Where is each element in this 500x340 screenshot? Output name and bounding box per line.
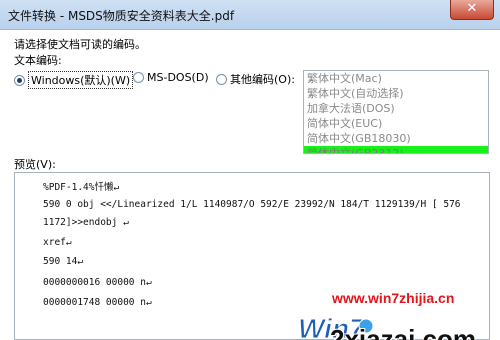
preview-line: xref↵ — [43, 237, 72, 248]
preview-line: 0000000016 00000 n↵ — [43, 277, 152, 288]
encoding-list[interactable]: 繁体中文(Mac) 繁体中文(自动选择) 加拿大法语(DOS) 简体中文(EUC… — [303, 70, 489, 154]
watermark-brand-text: 2xiazai.com — [330, 324, 476, 340]
radio-ms-dos-label: MS-DOS(D) — [147, 71, 209, 84]
close-button[interactable]: ✕ — [450, 0, 494, 20]
encoding-list-item[interactable]: 加拿大法语(DOS) — [304, 101, 488, 116]
encoding-list-item-selected[interactable]: 简体中文(GB2312) — [304, 146, 488, 153]
preview-line: 590 0 obj <</Linearized 1/L 1140987/O 59… — [43, 199, 461, 210]
prompt-text: 请选择使文档可读的编码。 — [14, 38, 146, 51]
radio-ms-dos[interactable]: MS-DOS(D) — [133, 71, 209, 84]
preview-line: 590 14↵ — [43, 256, 84, 267]
title-bar[interactable]: 文件转换 - MSDS物质安全资料表大全.pdf ✕ — [0, 0, 500, 30]
preview-line: 0000001748 00000 n↵ — [43, 297, 152, 308]
radio-unchecked-icon — [133, 72, 144, 83]
watermark-site-text: www.win7zhijia.cn — [332, 290, 455, 306]
dialog-body: 请选择使文档可读的编码。 文本编码: Windows(默认)(W) MS-DOS… — [0, 30, 500, 340]
window-title: 文件转换 - MSDS物质安全资料表大全.pdf — [8, 9, 235, 23]
radio-other-label: 其他编码(O): — [230, 73, 295, 86]
preview-pane[interactable]: %PDF-1.4%忏懒↵ 590 0 obj <</Linearized 1/L… — [14, 172, 490, 340]
preview-line: %PDF-1.4%忏懒↵ — [43, 182, 120, 193]
encoding-list-item[interactable]: 繁体中文(自动选择) — [304, 86, 488, 101]
close-icon: ✕ — [466, 1, 478, 16]
encoding-list-item[interactable]: 简体中文(EUC) — [304, 116, 488, 131]
preview-line: 1172]>>endobj ↵ — [43, 217, 129, 228]
encoding-list-item[interactable]: 繁体中文(Mac) — [304, 71, 488, 86]
radio-windows-label: Windows(默认)(W) — [28, 71, 134, 89]
radio-checked-icon — [14, 74, 25, 86]
text-encoding-label: 文本编码: — [14, 54, 62, 67]
radio-other-encoding[interactable]: 其他编码(O): — [216, 71, 295, 87]
encoding-list-item[interactable]: 简体中文(GB18030) — [304, 131, 488, 146]
radio-windows-default[interactable]: Windows(默认)(W) — [14, 71, 134, 89]
radio-unchecked-icon — [216, 73, 227, 85]
preview-label: 预览(V): — [14, 158, 56, 171]
